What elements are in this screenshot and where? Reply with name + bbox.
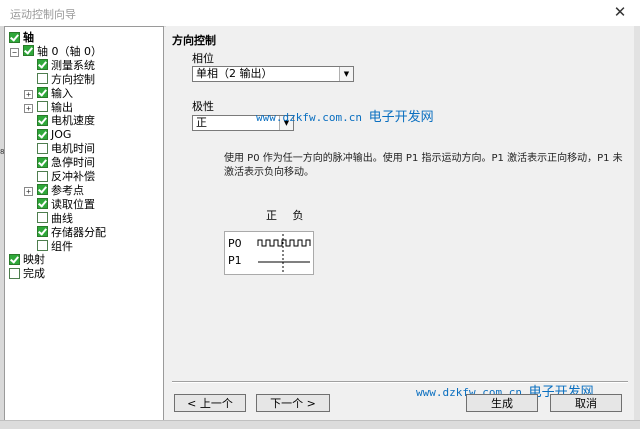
checked-checkbox-icon[interactable]	[37, 184, 48, 196]
tree-item[interactable]: 读取位置	[37, 198, 95, 212]
tree-item-label: 电机速度	[51, 114, 95, 128]
tree-item[interactable]: + 输入	[24, 86, 73, 101]
checked-checkbox-icon[interactable]	[37, 198, 48, 210]
tree-item[interactable]: 电机速度	[37, 114, 95, 128]
unchecked-checkbox-icon[interactable]	[37, 212, 48, 224]
title-bar: 运动控制向导 ✕	[0, 0, 640, 27]
tree-item-label: 曲线	[51, 211, 73, 225]
cancel-button[interactable]: 取消	[550, 394, 622, 412]
tree-item[interactable]: 组件	[37, 240, 73, 254]
checked-checkbox-icon[interactable]	[23, 45, 34, 57]
wizard-tree[interactable]: 轴 − 轴 0（轴 0） 测量系统 方向控制 + 输入 + 输出 电机速度 JOG 电机时间 急停时间反…	[4, 26, 164, 422]
tree-item-label: 参考点	[51, 183, 84, 197]
unchecked-checkbox-icon[interactable]	[37, 101, 48, 112]
polarity-value: 正	[196, 116, 207, 129]
tree-item[interactable]: 急停时间	[37, 156, 95, 170]
tree-item[interactable]: 曲线	[37, 212, 73, 226]
checked-checkbox-icon[interactable]	[37, 128, 48, 140]
description-text: 使用 P0 作为任一方向的脉冲输出。使用 P1 指示运动方向。P1 激活表示正向…	[224, 153, 623, 178]
unchecked-checkbox-icon[interactable]	[37, 73, 48, 85]
tree-item-label: JOG	[51, 128, 72, 142]
tree-item[interactable]: JOG	[37, 128, 71, 142]
checked-checkbox-icon[interactable]	[9, 31, 20, 43]
tree-item-label: 测量系统	[51, 58, 95, 72]
tree-item-label: 反冲补偿	[51, 170, 95, 183]
tree-item[interactable]: − 轴 0（轴 0）	[10, 44, 102, 59]
tree-item-label: 输出	[51, 100, 73, 114]
watermark-url: www.dzkfw.com.cn	[256, 111, 362, 124]
checked-checkbox-icon[interactable]	[37, 87, 48, 99]
checked-checkbox-icon[interactable]	[9, 253, 20, 265]
tree-item[interactable]: 方向控制	[37, 73, 95, 87]
tree-item[interactable]: + 输出	[24, 100, 73, 115]
chevron-down-icon[interactable]: ▼	[339, 67, 353, 81]
checked-checkbox-icon[interactable]	[37, 156, 48, 168]
checked-checkbox-icon[interactable]	[37, 59, 48, 71]
next-button[interactable]: 下一个 >	[256, 394, 330, 412]
phase-select[interactable]: 单相（2 输出） ▼	[192, 66, 354, 82]
tree-item-label: 电机时间	[51, 142, 95, 156]
right-edge-strip	[634, 26, 640, 428]
section-title: 方向控制	[172, 34, 216, 47]
tree-item-label: 轴	[23, 31, 34, 44]
unchecked-checkbox-icon[interactable]	[37, 142, 48, 154]
tree-item[interactable]: 电机时间	[37, 142, 95, 156]
close-icon[interactable]: ✕	[612, 4, 628, 20]
tree-item-label: 方向控制	[51, 72, 95, 86]
tree-item[interactable]: 轴	[9, 31, 34, 45]
expand-icon[interactable]: +	[24, 89, 33, 99]
unchecked-checkbox-icon[interactable]	[37, 240, 48, 251]
generate-button[interactable]: 生成	[466, 394, 538, 412]
collapse-icon[interactable]: −	[10, 47, 19, 57]
tree-item-label: 存储器分配	[51, 225, 106, 239]
diagram-header: 正 负	[266, 209, 310, 222]
phase-value: 单相（2 输出）	[196, 67, 273, 80]
expand-icon[interactable]: +	[24, 186, 33, 196]
main-panel: 方向控制 相位 单相（2 输出） ▼ 极性 正 ▼ 使用 P0 作为任一方向的脉…	[166, 26, 634, 420]
watermark-top: www.dzkfw.com.cn 电子开发网	[256, 106, 434, 125]
prev-button[interactable]: < 上一个	[174, 394, 246, 412]
unchecked-checkbox-icon[interactable]	[9, 267, 20, 279]
window-title: 运动控制向导	[10, 8, 76, 21]
polarity-label: 极性	[192, 100, 214, 113]
tree-item[interactable]: + 参考点	[24, 183, 84, 198]
watermark-text: 电子开发网	[368, 110, 434, 125]
tree-item-label: 组件	[51, 239, 73, 253]
tree-item-label: 急停时间	[51, 156, 95, 170]
tree-item[interactable]: 反冲补偿	[37, 170, 95, 184]
checked-checkbox-icon[interactable]	[37, 226, 48, 238]
unchecked-checkbox-icon[interactable]	[37, 170, 48, 182]
tree-item-label: 轴 0（轴 0）	[37, 44, 102, 58]
pulse-diagram: P0 P1	[224, 231, 314, 275]
tree-item-label: 映射	[23, 253, 45, 267]
tree-item[interactable]: 映射	[9, 253, 45, 267]
tree-item[interactable]: 存储器分配	[37, 226, 106, 240]
tree-item-label: 完成	[23, 267, 45, 281]
pulse-waveform	[257, 234, 311, 272]
tree-item-label: 输入	[51, 86, 73, 100]
phase-label: 相位	[192, 52, 214, 65]
button-divider	[172, 381, 628, 383]
tree-item[interactable]: 测量系统	[37, 59, 95, 73]
tree-item[interactable]: 完成	[9, 267, 45, 281]
expand-icon[interactable]: +	[24, 103, 33, 113]
tree-item-label: 读取位置	[51, 197, 95, 211]
checked-checkbox-icon[interactable]	[37, 114, 48, 126]
